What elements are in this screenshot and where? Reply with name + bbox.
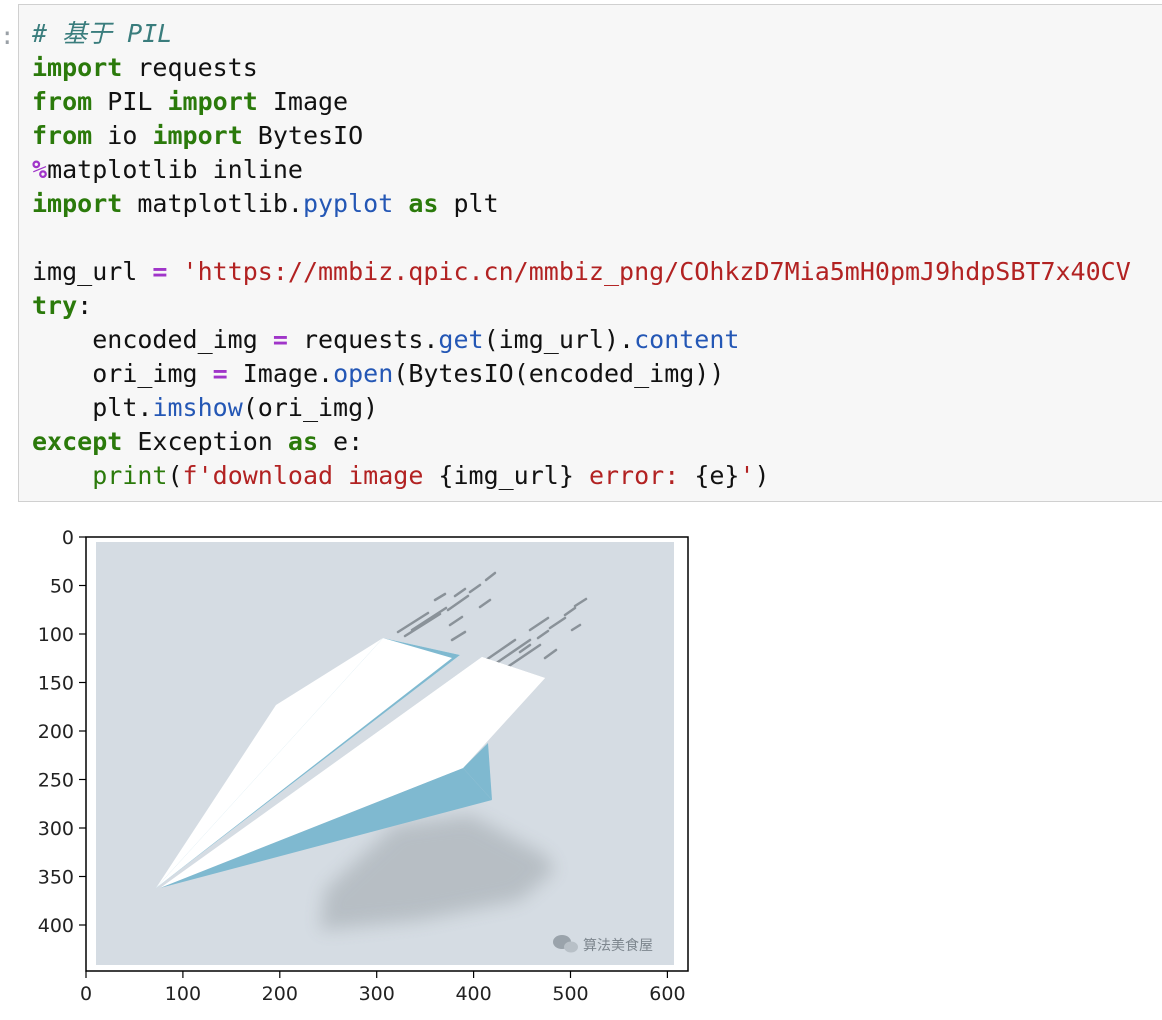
- x-tick-label: 0: [80, 983, 92, 1005]
- alias-name: plt: [438, 189, 499, 218]
- module-attribute: pyplot: [302, 189, 394, 218]
- keyword: try: [32, 291, 78, 320]
- keyword: from: [32, 87, 93, 116]
- y-tick-label: 400: [38, 915, 74, 937]
- variable-name: encoded_img: [92, 325, 273, 354]
- class-name: BytesIO: [242, 121, 364, 150]
- displayed-image: 算法美食屋: [86, 537, 688, 971]
- module-name: requests.: [287, 325, 439, 354]
- paren: ): [754, 461, 770, 490]
- method-name: open: [333, 359, 394, 388]
- module-name: requests: [122, 53, 258, 82]
- output-image-plot: 算法美食屋 0 50 100 150 200 250 300 350 400 0 100 200 30…: [38, 527, 689, 1005]
- watermark-text: 算法美食屋: [583, 937, 653, 954]
- cell-prompt: :: [0, 22, 15, 50]
- keyword: except: [32, 427, 123, 456]
- assign-operator: =: [272, 325, 288, 354]
- fstring-part: f'download image: [182, 461, 439, 490]
- magic-command: matplotlib inline: [47, 155, 303, 184]
- variable-name: e:: [318, 427, 364, 456]
- y-tick-label: 250: [38, 770, 74, 792]
- fstring-expression: {e}: [694, 461, 740, 490]
- module-name: matplotlib.: [122, 189, 303, 218]
- y-tick-label: 50: [50, 576, 74, 598]
- keyword: import: [167, 87, 258, 116]
- keyword: as: [287, 427, 318, 456]
- module-name: io: [92, 121, 153, 150]
- y-tick-label: 200: [38, 721, 74, 743]
- x-tick-label: 100: [165, 983, 201, 1005]
- y-tick-label: 350: [38, 867, 74, 889]
- x-tick-label: 400: [455, 983, 491, 1005]
- x-tick-label: 300: [359, 983, 395, 1005]
- y-tick-label: 300: [38, 818, 74, 840]
- keyword: import: [152, 121, 243, 150]
- keyword: import: [32, 189, 123, 218]
- class-name: Image.: [227, 359, 334, 388]
- class-name: Exception: [122, 427, 288, 456]
- call-args: (img_url).: [483, 325, 635, 354]
- y-axis: 0 50 100 150 200 250 300 350 400: [38, 527, 86, 937]
- method-name: get: [438, 325, 484, 354]
- method-name: imshow: [152, 393, 243, 422]
- class-name: Image: [257, 87, 349, 116]
- y-tick-label: 150: [38, 673, 74, 695]
- variable-name: ori_img: [92, 359, 213, 388]
- colon: :: [77, 291, 93, 320]
- assign-operator: =: [152, 257, 168, 286]
- keyword: as: [408, 189, 439, 218]
- fstring-expression: {img_url}: [438, 461, 574, 490]
- variable-name: img_url: [32, 257, 153, 286]
- fstring-part: error:: [573, 461, 695, 490]
- code-comment: # 基于 PIL: [32, 19, 173, 48]
- y-tick-label: 0: [62, 527, 74, 549]
- x-tick-label: 500: [552, 983, 588, 1005]
- module-name: PIL: [92, 87, 168, 116]
- x-tick-label: 200: [262, 983, 298, 1005]
- fstring-part: ': [739, 461, 755, 490]
- builtin-function: print: [92, 461, 168, 490]
- attribute-name: content: [634, 325, 740, 354]
- code-cell[interactable]: # 基于 PIL import requests from PIL import…: [18, 4, 1162, 502]
- url-string: 'https://mmbiz.qpic.cn/mmbiz_png/COhkzD7…: [167, 257, 1131, 286]
- code-editor[interactable]: # 基于 PIL import requests from PIL import…: [32, 17, 1131, 493]
- x-tick-label: 600: [649, 983, 685, 1005]
- call-args: (BytesIO(encoded_img)): [393, 359, 725, 388]
- call-args: (ori_img): [242, 393, 379, 422]
- keyword: from: [32, 121, 93, 150]
- assign-operator: =: [212, 359, 228, 388]
- watermark: 算法美食屋: [553, 935, 653, 954]
- x-axis: 0 100 200 300 400 500 600: [80, 971, 686, 1005]
- keyword: import: [32, 53, 123, 82]
- paren: (: [167, 461, 183, 490]
- y-tick-label: 100: [38, 624, 74, 646]
- alias-name: plt.: [92, 393, 153, 422]
- magic-symbol: %: [32, 155, 48, 184]
